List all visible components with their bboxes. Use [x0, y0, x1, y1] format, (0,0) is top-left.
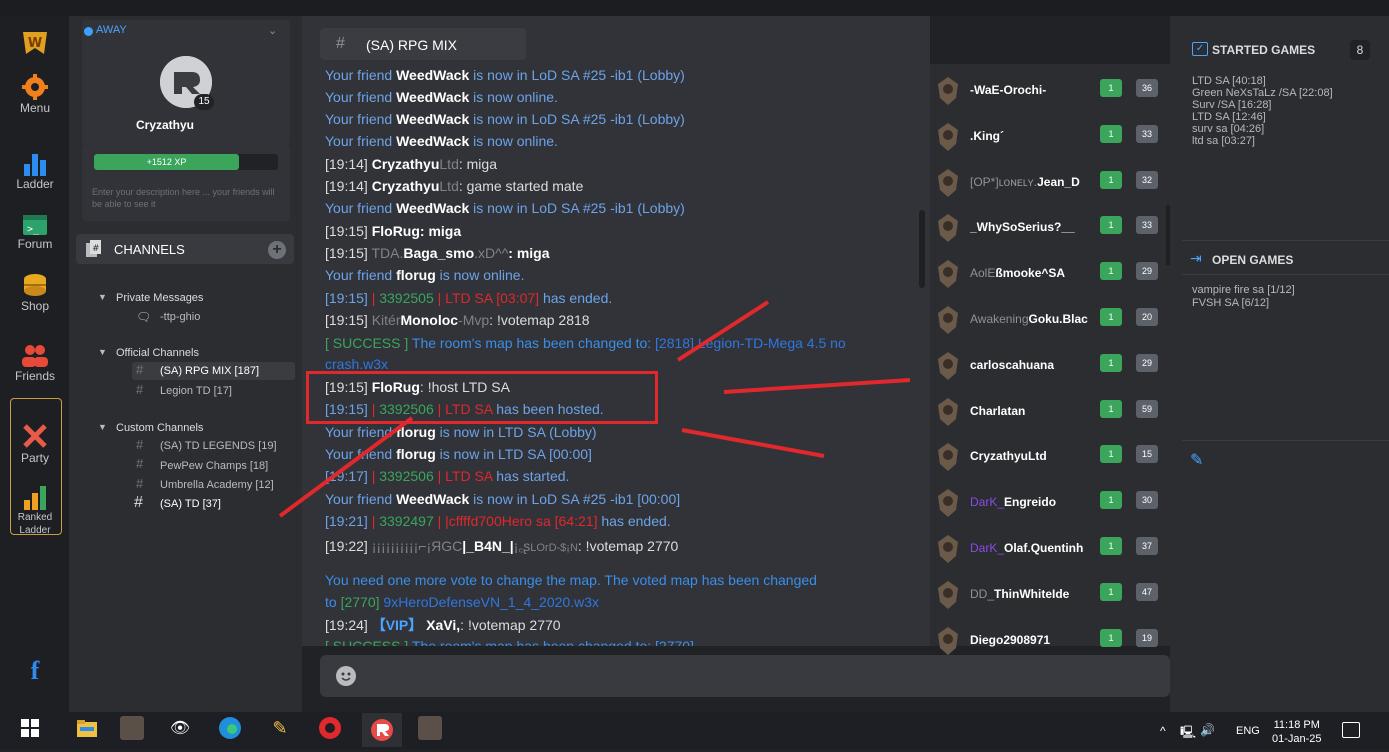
clock-date: 01-Jan-25 [1272, 733, 1322, 745]
wc3-app-icon[interactable] [418, 716, 442, 740]
file-explorer-icon[interactable] [76, 718, 100, 742]
launcher-taskbar-item[interactable] [362, 713, 402, 747]
tools-icon[interactable]: ✎ [268, 718, 292, 742]
language-indicator[interactable]: ENG [1236, 725, 1260, 737]
network-icon[interactable]: 🖳 [1180, 723, 1196, 744]
wc3-app-icon[interactable] [120, 716, 144, 740]
chevron-up-icon[interactable]: ^ [1160, 724, 1166, 738]
clock-time: 11:18 PM [1273, 719, 1320, 731]
eye-icon[interactable]: 👁 [168, 718, 192, 742]
edge-icon[interactable] [218, 716, 242, 740]
notifications-icon[interactable] [1342, 722, 1360, 738]
annotation-lines [278, 300, 911, 518]
clock[interactable]: 11:18 PM 01-Jan-25 [1272, 718, 1322, 746]
red-app-icon[interactable] [318, 716, 342, 740]
windows-start-icon[interactable] [20, 718, 44, 742]
volume-icon[interactable]: 🔊 [1200, 723, 1215, 737]
